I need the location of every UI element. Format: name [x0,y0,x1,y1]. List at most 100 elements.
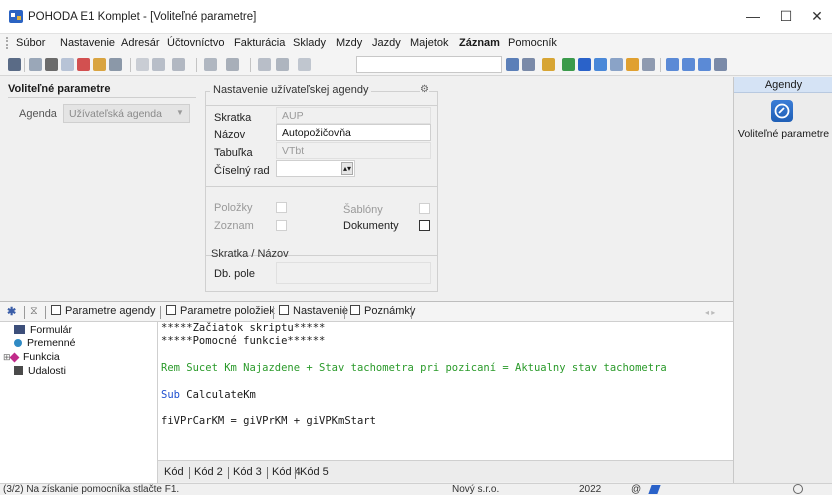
dokumenty-checkbox[interactable] [419,220,430,231]
new-document-icon[interactable] [136,58,149,71]
menu-nastavenie[interactable]: Nastavenie [60,37,115,49]
agendy-header: Agendy [734,77,832,93]
spinner-icon[interactable]: ▴▾ [341,162,353,175]
tab-separator [189,467,190,479]
edit-icon[interactable] [152,58,165,71]
new-record-icon[interactable] [29,58,42,71]
sablony-label: Šablóny [343,204,383,216]
sub-name: CalculateKm [186,389,256,401]
zoznam-checkbox[interactable] [276,220,287,231]
toolbar-separator [250,58,251,72]
iban-icon[interactable] [642,58,655,71]
heading-divider [8,97,196,98]
tab-label: Nastavenie [293,305,349,317]
menu-uctovnictvo[interactable]: Účtovníctvo [167,37,224,49]
document-icon [350,305,360,315]
tab-separator [160,306,161,319]
refresh-icon[interactable] [226,58,239,71]
keyword-sub: Sub [161,389,180,401]
skratka-field[interactable]: AUP [276,107,431,124]
polozky-checkbox[interactable] [276,202,287,213]
close-button[interactable]: ✕ [797,4,832,30]
dropdown-arrow-icon[interactable] [506,58,519,71]
menu-mzdy[interactable]: Mzdy [336,37,362,49]
left-panel-heading: Voliteľné parametre [8,83,111,95]
menu-fakturacia[interactable]: Fakturácia [234,37,285,49]
menu-majetok[interactable]: Majetok [410,37,449,49]
tab-parametre-agendy[interactable]: Parametre agendy [51,305,156,317]
info-icon[interactable] [578,58,591,71]
tree-item-premenne[interactable]: Premenné [14,337,75,349]
back-icon[interactable] [204,58,217,71]
window-icon[interactable] [666,58,679,71]
users-icon[interactable] [626,58,639,71]
tree-item-formular[interactable]: Formulár [14,324,72,336]
code-tab-1[interactable]: Kód [164,466,184,478]
menu-sklady[interactable]: Sklady [293,37,326,49]
code-editor[interactable]: *****Začiatok skriptu***** *****Pomocné … [158,322,733,460]
menu-subor[interactable]: Súbor [16,37,45,49]
code-sub-line: Sub CalculateKm [161,389,256,401]
parameters-icon[interactable] [771,100,793,122]
status-hint: (3/2) Na získanie pomocníka stlačte F1. [3,484,180,495]
status-at: @ [631,484,642,495]
check-circle-icon[interactable] [793,484,803,494]
code-tab-2[interactable]: Kód 2 [194,466,223,478]
tab-parametre-poloziek[interactable]: Parametre položiek [166,305,275,317]
db-pole-field[interactable] [276,262,431,284]
toolbar-separator [24,58,25,72]
tab-nastavenie[interactable]: Nastavenie [279,305,348,317]
code-tab-3[interactable]: Kód 3 [233,466,262,478]
tabulka-field[interactable]: VTbt [276,142,431,159]
menu-zaznam[interactable]: Záznam [459,37,500,49]
print-icon[interactable] [45,58,58,71]
help-icon[interactable] [714,58,727,71]
menu-adresar[interactable]: Adresár [121,37,160,49]
sablony-checkbox[interactable] [419,203,430,214]
green-save-icon[interactable] [562,58,575,71]
agendy-panel: Agendy Voliteľné parametre [733,77,832,483]
tree-item-udalosti[interactable]: Udalosti [14,365,66,377]
folder-icon[interactable] [542,58,555,71]
code-tab-4[interactable]: Kód 4 [272,466,301,478]
filter-icon[interactable] [522,58,535,71]
db-pole-label: Db. pole [214,268,255,280]
report-icon[interactable] [109,58,122,71]
function-icon [9,352,20,363]
settings-gear-icon[interactable]: ⚙ [420,84,429,95]
pen-icon[interactable] [648,485,661,494]
calendar-icon[interactable] [610,58,623,71]
code-tab-5[interactable]: Kód 5 [300,466,329,478]
window2-icon[interactable] [682,58,695,71]
tree-item-funkcia[interactable]: ⊞ Funkcia [3,351,60,363]
globe-icon[interactable] [594,58,607,71]
menu-jazdy[interactable]: Jazdy [372,37,401,49]
filter-funnel-icon[interactable]: ⧖ [30,305,38,318]
pin-star-icon[interactable]: ✱ [7,305,16,318]
tabulka-label: Tabuľka [214,147,253,159]
menu-grip [6,37,8,49]
delete-icon[interactable] [276,58,289,71]
columns-icon[interactable] [172,58,185,71]
agendy-item-label[interactable]: Voliteľné parametre [734,128,832,140]
window3-icon[interactable] [698,58,711,71]
copy-icon[interactable] [298,58,311,71]
code-line: *****Pomocné funkcie****** [161,335,326,347]
agenda-select[interactable]: Užívateľská agenda [63,104,190,123]
tab-poznamky[interactable]: Poznámky [350,305,415,317]
save-icon[interactable] [258,58,271,71]
bottom-tab-strip: ✱ ⧖ Parametre agendy Parametre položiek … [0,301,733,322]
pdf-icon[interactable] [77,58,90,71]
user-agenda-title: Nastavenie užívateľskej agendy [210,84,372,96]
toolbar-quick-input[interactable] [356,56,502,73]
export-icon[interactable] [93,58,106,71]
tab-separator [228,467,229,479]
menu-pomocnik[interactable]: Pomocník [508,37,557,49]
code-line: fiVPrCarKM = giVPrKM + giVPKmStart [161,415,376,427]
tab-scroll-arrows-icon[interactable]: ◂ ▸ [705,308,715,317]
nazov-field[interactable]: Autopožičovňa [276,124,431,141]
print-preview-icon[interactable] [61,58,74,71]
toolbar-separator [196,58,197,72]
pohoda-app-icon [9,10,23,23]
parameters-glyph-icon [774,103,790,119]
